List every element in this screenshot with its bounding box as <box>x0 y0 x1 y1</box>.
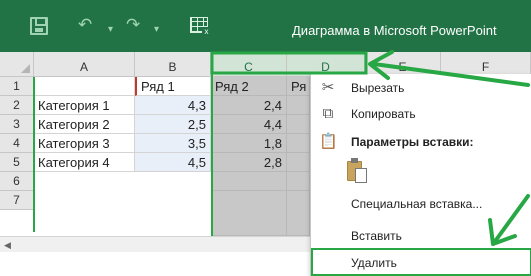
cell-b1[interactable]: Ряд 1 <box>135 77 211 96</box>
paste-options-label: Параметры вставки: <box>351 135 474 149</box>
cell-b4[interactable]: 3,5 <box>135 134 211 153</box>
cell-d5[interactable] <box>287 153 310 172</box>
redo-dropdown-icon[interactable]: ▾ <box>154 20 159 40</box>
cell-c7[interactable] <box>211 191 287 236</box>
menu-section-paste-options: 📋 Параметры вставки: <box>311 130 531 154</box>
column-header-a[interactable]: A <box>34 52 135 77</box>
menu-item-paste-special-label: Специальная вставка... <box>351 197 483 211</box>
row-header-5[interactable]: 5 <box>0 153 34 172</box>
select-all-corner[interactable] <box>0 52 34 77</box>
menu-item-insert-label: Вставить <box>351 229 402 243</box>
menu-item-cut-label: Вырезать <box>351 81 405 95</box>
cell-c1[interactable]: Ряд 2 <box>211 77 287 96</box>
cell-d1[interactable]: Ря <box>287 77 310 96</box>
cell-d3[interactable] <box>287 115 310 134</box>
row-header-6[interactable]: 6 <box>0 172 34 191</box>
cell-b3[interactable]: 2,5 <box>135 115 211 134</box>
edit-data-in-excel-icon[interactable] <box>190 17 211 36</box>
copy-icon: ⧉ <box>322 105 334 122</box>
column-header-c[interactable]: C <box>211 52 287 77</box>
column-header-b[interactable]: B <box>135 52 211 77</box>
row-header-4[interactable]: 4 <box>0 134 34 153</box>
scroll-left-icon[interactable]: ◀ <box>4 239 16 251</box>
title-bar: ↶ ▾ ↷ ▾ Диаграмма в Microsoft PowerPoint <box>0 0 531 52</box>
cell-c5[interactable]: 2,8 <box>211 153 287 172</box>
cell-d6[interactable] <box>287 172 310 191</box>
save-icon[interactable] <box>30 17 48 35</box>
cell-b5[interactable]: 4,5 <box>135 153 211 172</box>
cell-b2[interactable]: 4,3 <box>135 96 211 115</box>
scissors-icon: ✂ <box>321 79 335 96</box>
row-header-2[interactable]: 2 <box>0 96 34 115</box>
cell-a4[interactable]: Категория 3 <box>34 134 135 153</box>
cell-a3[interactable]: Категория 2 <box>34 115 135 134</box>
cell-d4[interactable] <box>287 134 310 153</box>
redo-icon[interactable]: ↷ <box>126 15 140 35</box>
menu-item-copy[interactable]: ⧉ Копировать <box>311 102 531 126</box>
menu-item-delete-label: Удалить <box>351 256 397 270</box>
cell-d7[interactable] <box>287 191 310 236</box>
paste-values-icon[interactable] <box>347 158 369 184</box>
row-header-1[interactable]: 1 <box>0 77 34 96</box>
undo-icon[interactable]: ↶ <box>78 15 92 35</box>
menu-item-copy-label: Копировать <box>351 107 416 121</box>
menu-item-paste-special[interactable]: Специальная вставка... <box>311 192 531 216</box>
context-menu: ✂ Вырезать ⧉ Копировать 📋 Параметры вста… <box>310 74 531 276</box>
row-header-3[interactable]: 3 <box>0 115 34 134</box>
cell-c3[interactable]: 4,4 <box>211 115 287 134</box>
cell-a1[interactable] <box>34 77 135 96</box>
undo-dropdown-icon[interactable]: ▾ <box>108 20 113 40</box>
menu-item-cut[interactable]: ✂ Вырезать <box>311 76 531 100</box>
cell-d2[interactable] <box>287 96 310 115</box>
cell-a5[interactable]: Категория 4 <box>34 153 135 172</box>
menu-item-delete[interactable]: Удалить <box>311 248 531 276</box>
cell-c6[interactable] <box>211 172 287 191</box>
menu-item-insert[interactable]: Вставить <box>311 224 531 248</box>
row-header-7[interactable]: 7 <box>0 191 34 210</box>
cell-c2[interactable]: 2,4 <box>211 96 287 115</box>
window-title: Диаграмма в Microsoft PowerPoint <box>292 23 497 38</box>
cell-a2[interactable]: Категория 1 <box>34 96 135 115</box>
paste-icon: 📋 <box>319 133 338 150</box>
cell-c4[interactable]: 1,8 <box>211 134 287 153</box>
